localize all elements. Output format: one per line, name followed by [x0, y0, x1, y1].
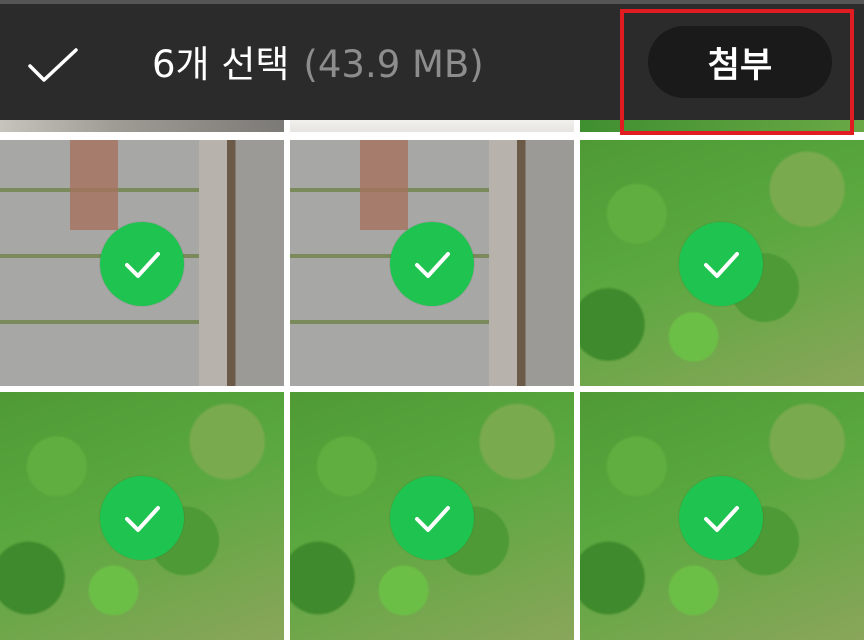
photo-thumbnail-top-left-partial[interactable] — [0, 120, 284, 132]
selected-check-icon — [100, 476, 184, 560]
selection-count-label: 6개 선택 — [152, 43, 290, 86]
photo-thumbnail-1[interactable] — [0, 140, 284, 386]
attach-button-highlight-box — [620, 9, 854, 135]
selection-title: 6개 선택 (43.9 MB) — [152, 36, 484, 94]
status-bar-edge — [0, 0, 864, 4]
selected-check-icon — [100, 222, 184, 306]
photo-thumbnail-5[interactable] — [290, 392, 574, 640]
photo-thumbnail-3[interactable] — [580, 140, 864, 386]
selected-check-icon — [679, 222, 763, 306]
photo-thumbnail-top-middle-partial[interactable] — [290, 120, 574, 132]
selected-check-icon — [679, 476, 763, 560]
selected-check-icon — [390, 222, 474, 306]
selection-size-label: (43.9 MB) — [303, 43, 484, 86]
checkmark-icon[interactable] — [22, 38, 84, 92]
selected-check-icon — [390, 476, 474, 560]
photo-thumbnail-2[interactable] — [290, 140, 574, 386]
photo-thumbnail-4[interactable] — [0, 392, 284, 640]
photo-thumbnail-6[interactable] — [580, 392, 864, 640]
